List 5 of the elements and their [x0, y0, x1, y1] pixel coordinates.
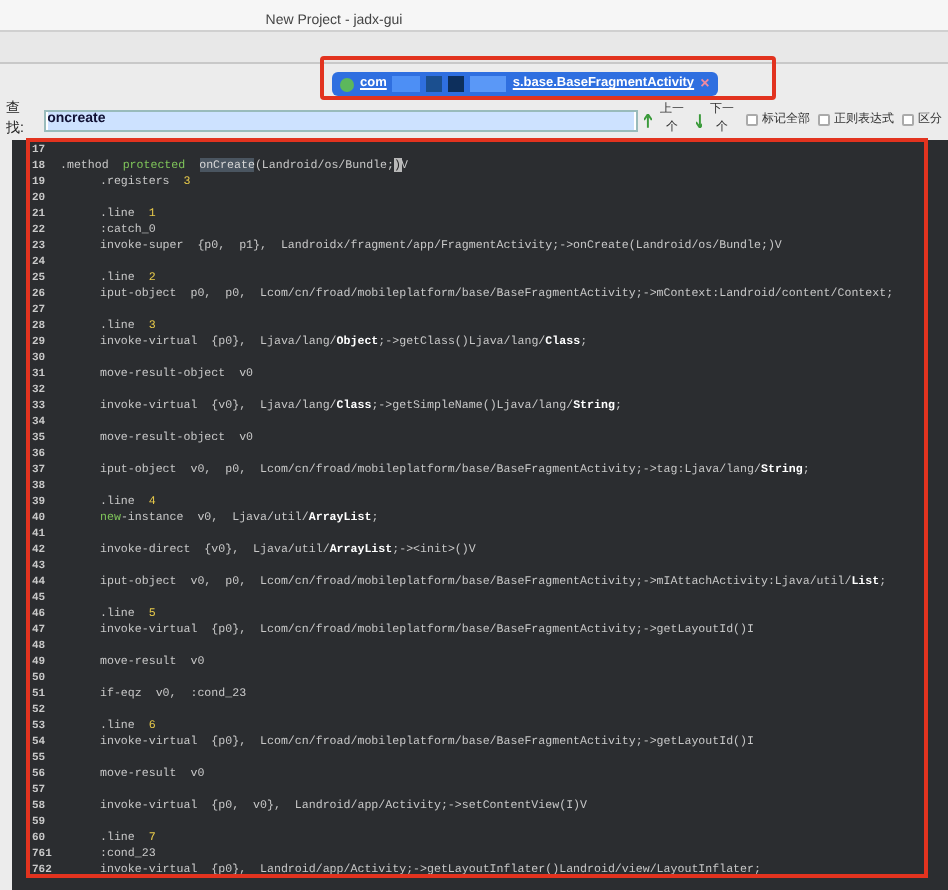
class-icon — [340, 77, 354, 91]
up-arrow-icon — [644, 113, 653, 127]
redaction-block — [470, 76, 507, 92]
down-arrow-icon — [695, 113, 703, 127]
redaction-block — [392, 76, 421, 92]
